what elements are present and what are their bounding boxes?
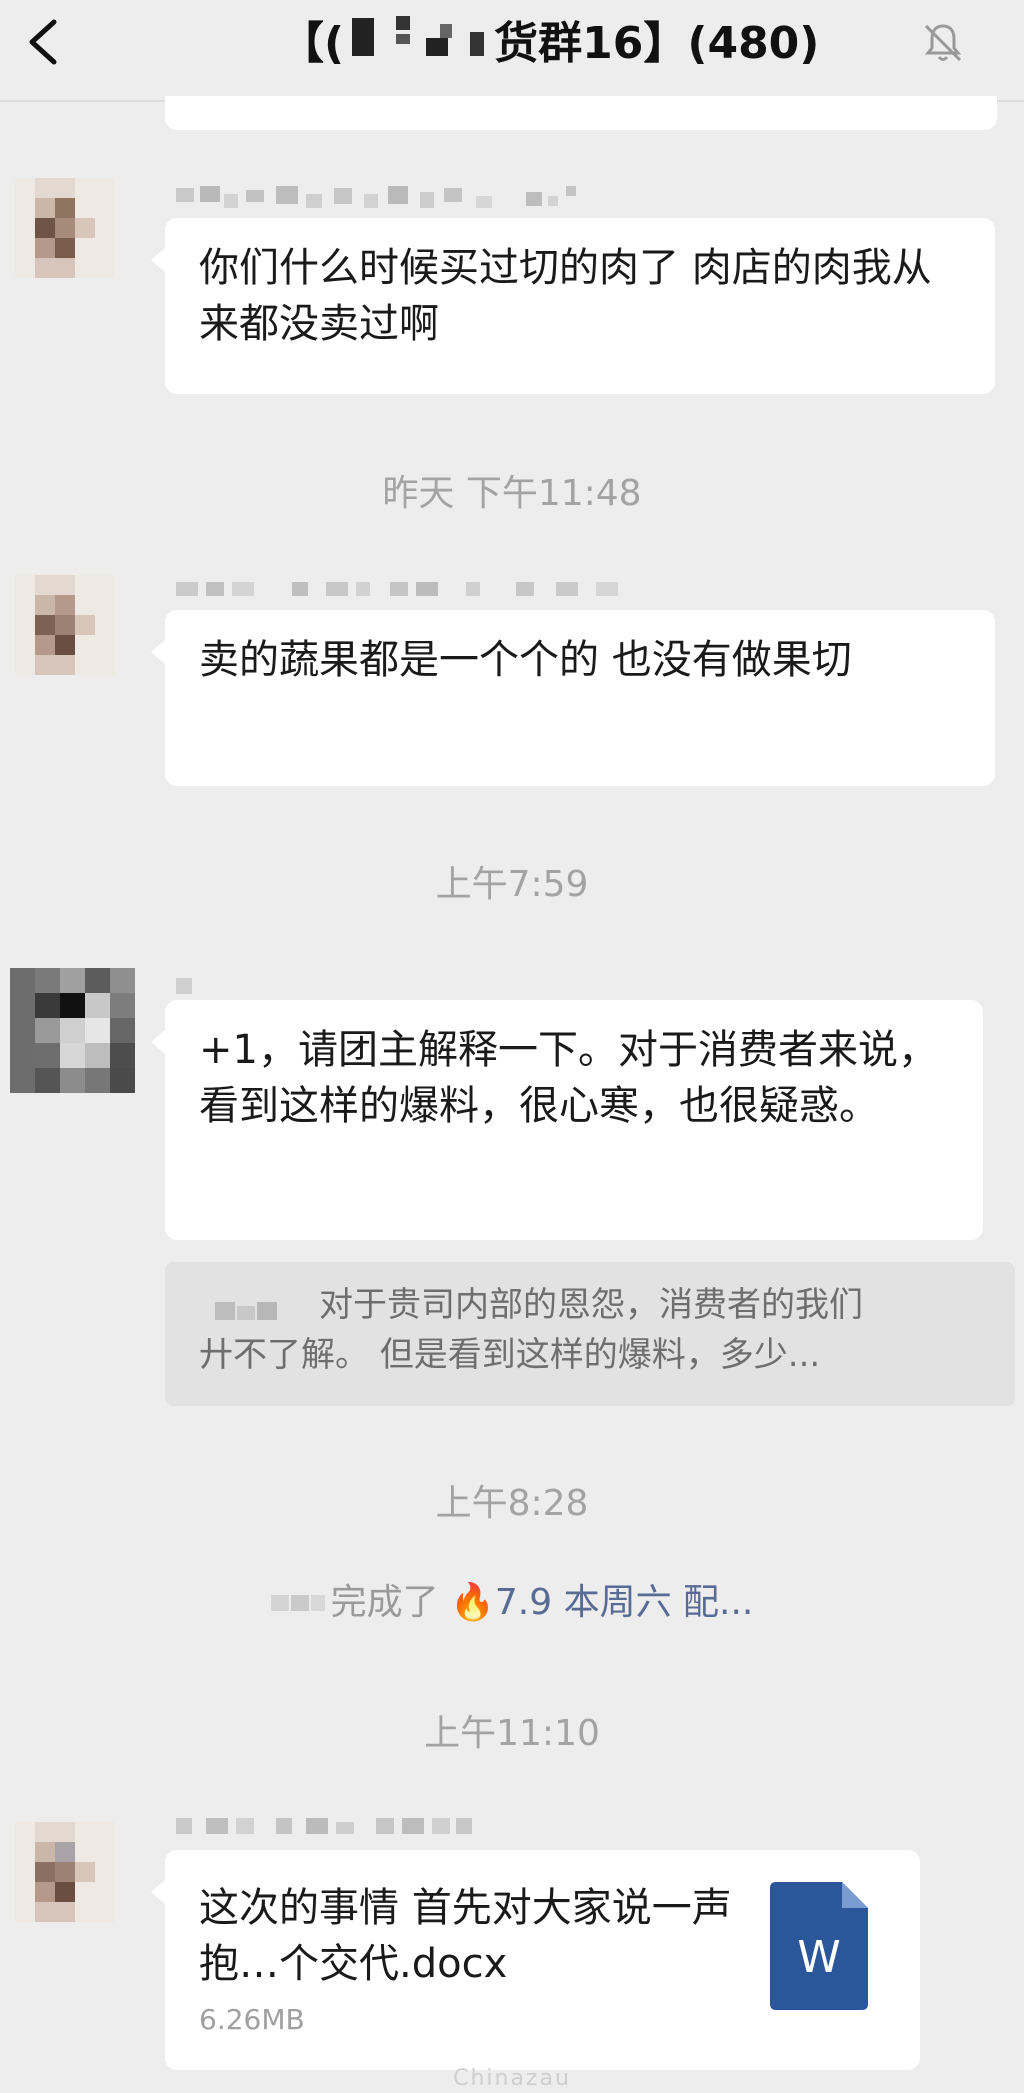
system-sender-redacted [270, 1595, 325, 1611]
system-message-link[interactable]: 7.9 本周六 配... [495, 1582, 753, 1623]
timestamp: 上午8:28 [435, 1483, 589, 1524]
sender-name-redacted [176, 1814, 506, 1834]
fire-emoji-icon: 🔥 [450, 1582, 495, 1623]
avatar[interactable] [15, 178, 115, 278]
message-text: 你们什么时候买过切的肉了 肉店的肉我从来都没卖过啊 [199, 245, 932, 347]
message-text: +1，请团主解释一下。对于消费者来说，看到这样的爆料，很心寒，也很疑惑。 [199, 1027, 938, 1129]
sender-name-redacted [176, 578, 636, 598]
back-button[interactable] [18, 14, 68, 70]
message-bubble[interactable]: +1，请团主解释一下。对于消费者来说，看到这样的爆料，很心寒，也很疑惑。 [151, 1000, 983, 1240]
avatar[interactable] [15, 575, 115, 675]
sender-name-redacted [176, 182, 616, 208]
word-document-icon: W [770, 1882, 868, 2010]
file-size: 6.26MB [199, 2003, 305, 2036]
quote-line-2: 廾不了解。 但是看到这样的爆料，多少... [199, 1335, 821, 1375]
watermark: Chinazau [453, 2066, 571, 2091]
avatar[interactable] [10, 968, 135, 1093]
message-text: 卖的蔬果都是一个个的 也没有做果切 [199, 637, 852, 683]
chat-title: 【( 货群16】(480) [280, 12, 819, 72]
file-message-bubble[interactable]: 这次的事情 首先对大家说一声抱…个交代.docx 6.26MB W [151, 1850, 920, 2070]
title-suffix: 货群16】 [494, 18, 688, 69]
title-prefix: 【( [280, 18, 345, 69]
message-bubble[interactable]: 你们什么时候买过切的肉了 肉店的肉我从来都没卖过啊 [151, 218, 995, 394]
system-action-text: 完成了 [330, 1582, 439, 1623]
system-message: 完成了 🔥7.9 本周六 配... [0, 1578, 1024, 1628]
file-name: 这次的事情 首先对大家说一声抱…个交代.docx [199, 1885, 732, 1987]
timestamp: 昨天 下午11:48 [382, 473, 642, 514]
sender-name-redacted [176, 974, 206, 994]
quoted-message[interactable]: 对于贵司内部的恩怨，消费者的我们 廾不了解。 但是看到这样的爆料，多少... [165, 1262, 1015, 1406]
chevron-left-icon [29, 19, 57, 65]
chat-header: 【( 货群16】(480) [0, 0, 1024, 102]
quote-sender-redacted [215, 1302, 277, 1320]
timestamp: 上午7:59 [435, 864, 589, 905]
title-redaction [344, 8, 494, 76]
message-bubble[interactable]: 卖的蔬果都是一个个的 也没有做果切 [151, 610, 995, 786]
member-count: (480) [687, 18, 820, 69]
timestamp: 上午11:10 [424, 1713, 600, 1754]
quote-line-1: 对于贵司内部的恩怨，消费者的我们 [319, 1285, 863, 1325]
avatar[interactable] [15, 1822, 115, 1922]
svg-text:W: W [797, 1932, 841, 1983]
previous-message-bubble [165, 96, 997, 130]
mute-bell-icon [920, 20, 966, 66]
